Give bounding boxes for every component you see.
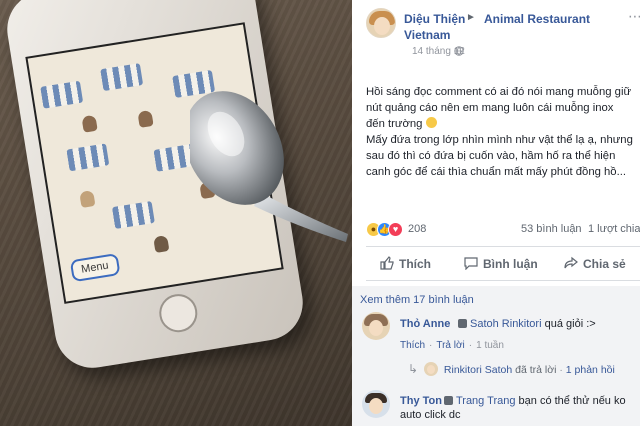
facebook-post: Diệu Thiện ► Animal Restaurant Vietnam 1… xyxy=(352,0,640,426)
reply-text: đã trả lời xyxy=(515,364,557,376)
group-name[interactable]: Animal Restaurant xyxy=(484,12,590,26)
commenter-name[interactable]: Thy Ton xyxy=(400,395,442,407)
share-icon xyxy=(564,256,578,269)
spoon-image xyxy=(190,91,348,242)
game-animal xyxy=(81,114,98,133)
view-more-comments-link[interactable]: Xem thêm 17 bình luận xyxy=(360,294,474,306)
divider xyxy=(366,280,640,281)
game-animal xyxy=(153,234,170,253)
post-body: Hồi sáng đọc comment có ai đó nói mang m… xyxy=(366,84,634,180)
game-animal xyxy=(79,189,96,208)
mention-link[interactable]: Satoh Rinkitori xyxy=(470,318,542,330)
reaction-bar[interactable]: ● 👍 ♥ 208 53 bình luận 1 lượt chia sẻ xyxy=(366,222,640,238)
love-reaction-icon: ♥ xyxy=(388,222,403,237)
game-stall xyxy=(66,143,110,172)
reply-author[interactable]: Rinkitori Satoh xyxy=(444,364,512,376)
share-count[interactable]: 1 lượt chia sẻ xyxy=(588,223,640,235)
ellipsis-icon[interactable]: ⋯ xyxy=(628,8,640,25)
reply-summary[interactable]: ↳ Rinkitori Satoh đã trả lời · 1 phản hồ… xyxy=(408,362,615,376)
comments-section: Xem thêm 17 bình luận Thỏ Anne Satoh Rin… xyxy=(352,286,640,426)
comment-time[interactable]: 1 tuần xyxy=(476,340,504,351)
game-stall xyxy=(100,63,144,92)
share-button[interactable]: Chia sẻ xyxy=(564,256,626,271)
game-stall xyxy=(40,80,84,109)
comment-text: Satoh Rinkitori quá giỏi :> xyxy=(456,318,596,330)
group-name-line2[interactable]: Vietnam xyxy=(404,28,450,42)
divider xyxy=(366,246,640,247)
reply-avatar xyxy=(423,362,438,376)
author-avatar[interactable] xyxy=(366,8,396,38)
globe-icon xyxy=(454,46,464,59)
thumbs-up-icon xyxy=(380,256,394,270)
post-actions: Thích Bình luận Chia sẻ xyxy=(366,252,640,278)
home-button xyxy=(156,291,201,335)
post-paragraph: Mấy đứa trong lớp nhìn mình như vật thể … xyxy=(366,134,633,178)
game-animal xyxy=(137,109,154,128)
comment-actions: Thích · Trả lời · 1 tuần xyxy=(400,340,504,351)
share-arrow-icon: ► xyxy=(466,12,476,23)
reply-count[interactable]: 1 phản hồi xyxy=(566,364,615,376)
game-menu-button: Menu xyxy=(69,253,121,283)
post-photo[interactable]: Menu xyxy=(0,0,352,426)
comment-reply-link[interactable]: Trả lời xyxy=(436,340,464,351)
comment-button[interactable]: Bình luận xyxy=(464,256,538,271)
post-paragraph: Hồi sáng đọc comment có ai đó nói mang m… xyxy=(366,86,632,130)
comment-icon xyxy=(464,257,478,270)
tag-icon xyxy=(443,396,453,405)
author-name[interactable]: Diệu Thiện xyxy=(404,12,465,26)
reply-arrow-icon: ↳ xyxy=(408,362,419,376)
commenter-name[interactable]: Thỏ Anne xyxy=(400,318,450,330)
game-stall xyxy=(111,200,155,229)
like-button[interactable]: Thích xyxy=(380,256,431,271)
smile-emoji-icon xyxy=(425,117,437,128)
reaction-count[interactable]: 208 xyxy=(408,223,426,235)
comment-like-link[interactable]: Thích xyxy=(400,340,425,351)
comment-text: Thy Ton Trang Trang bạn có thể thử nếu ko… xyxy=(400,395,626,421)
comment-count[interactable]: 53 bình luận xyxy=(521,223,582,235)
commenter-avatar[interactable] xyxy=(362,390,390,418)
commenter-avatar[interactable] xyxy=(362,312,390,340)
mention-link[interactable]: Trang Trang xyxy=(456,395,516,407)
tag-icon xyxy=(458,319,467,328)
